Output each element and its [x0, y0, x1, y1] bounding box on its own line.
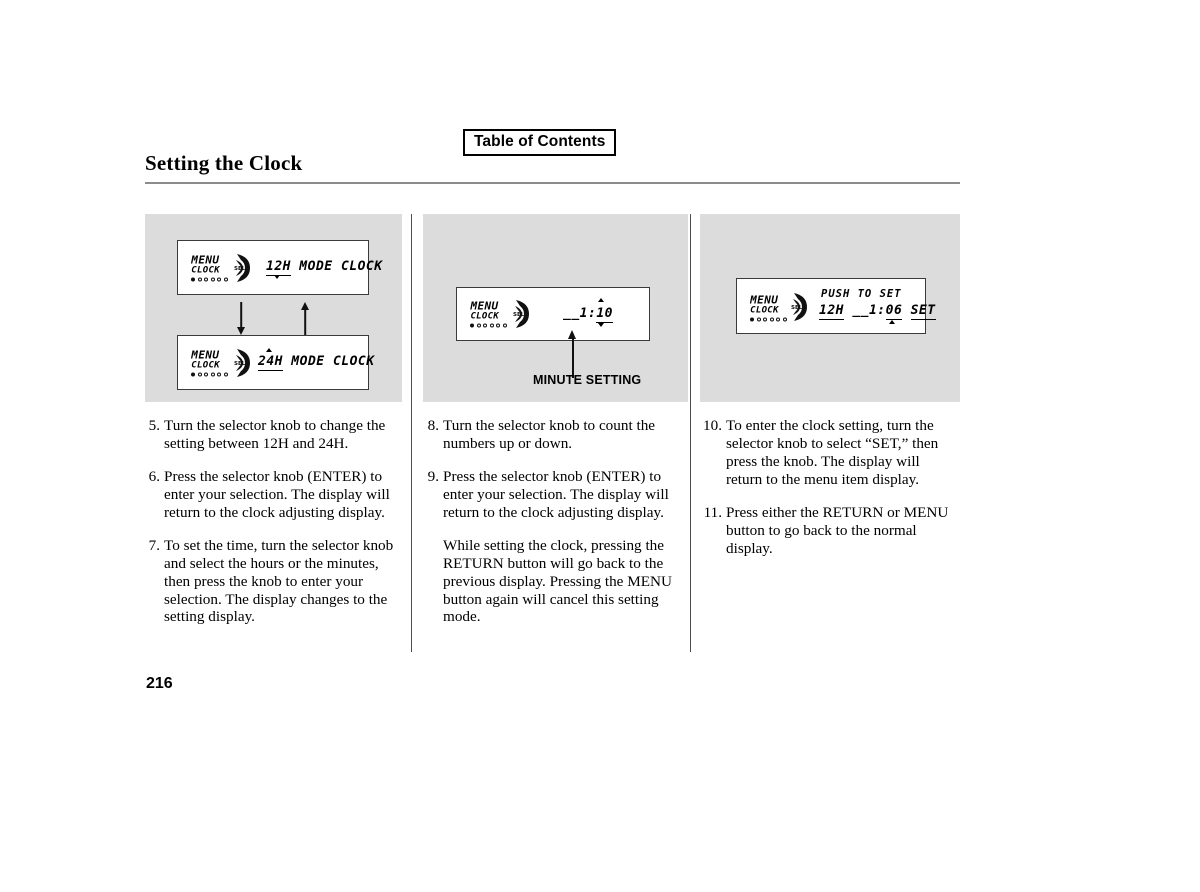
step-paragraph: To enter the clock setting, turn the sel… [726, 417, 939, 488]
lcd-indicator-dots [191, 277, 228, 281]
lcd-clock-label: CLOCK [191, 265, 220, 275]
lcd-minute-value: 06 [885, 303, 903, 320]
step-number: 10. [703, 417, 722, 434]
illustration-panel-push-to-set: MENU CLOCK SEL PUSH TO SET 12H __1:06 SE… [700, 214, 960, 402]
step-number: 7. [148, 536, 160, 554]
lcd-time-value: __1:10 [563, 306, 613, 323]
flow-arrow-up-icon [299, 302, 311, 336]
lcd-main-text-24h: 24H MODE CLOCK [258, 354, 375, 371]
flow-arrow-down-icon [235, 302, 247, 336]
lcd-clock-label: CLOCK [191, 360, 220, 370]
instruction-step: 10. To enter the clock setting, turn the… [699, 417, 954, 489]
illustration-panel-12h-24h-mode: MENU CLOCK SEL 12H MODE CLOCK MENU CLOCK… [145, 214, 402, 402]
lcd-top-text-push-to-set: PUSH TO SET [821, 288, 902, 300]
step-body: Turn the selector knob to count the numb… [443, 417, 676, 453]
lcd-menu-label: MENU [191, 253, 220, 266]
instruction-step: 5. Turn the selector knob to change the … [145, 417, 397, 453]
title-divider-rule [145, 182, 960, 184]
minute-setting-callout-label: MINUTE SETTING [533, 373, 642, 387]
instruction-step: 11. Press either the RETURN or MENU butt… [699, 504, 954, 558]
lcd-clock-label: CLOCK [750, 305, 779, 316]
lcd-hour-segment: __1: [563, 306, 597, 321]
instruction-step: 6. Press the selector knob (ENTER) to en… [145, 468, 397, 522]
svg-text:SEL: SEL [513, 312, 525, 318]
lcd-indicator-dots [750, 317, 787, 322]
page-title: Setting the Clock [145, 151, 303, 175]
svg-text:SEL: SEL [234, 266, 246, 272]
instruction-step: 9. Press the selector knob (ENTER) to en… [424, 468, 676, 627]
lcd-clock-label: CLOCK [470, 311, 500, 322]
step-paragraph: While setting the clock, pressing the RE… [443, 536, 672, 626]
selector-knob-icon: SEL [789, 290, 811, 324]
lcd-display-12h-mode: MENU CLOCK SEL 12H MODE CLOCK [177, 240, 382, 295]
step-body: Press the selector knob (ENTER) to enter… [443, 468, 676, 627]
lcd-up-marker-icon [598, 298, 604, 302]
step-body: To enter the clock setting, turn the sel… [726, 417, 954, 489]
lcd-up-marker-icon [889, 320, 895, 324]
step-body: Press the selector knob (ENTER) to enter… [164, 468, 397, 522]
step-body: Press either the RETURN or MENU button t… [726, 504, 954, 558]
lcd-main-text-12h: 12H MODE CLOCK [266, 259, 383, 276]
lcd-mode-segment: 12H [819, 303, 844, 320]
step-paragraph: Press either the RETURN or MENU button t… [726, 503, 949, 557]
lcd-hour-value: __1: [852, 303, 886, 318]
lcd-status-block: MENU CLOCK [750, 295, 787, 322]
table-of-contents-link[interactable]: Table of Contents [463, 129, 617, 156]
lcd-up-marker-icon [266, 348, 272, 352]
step-body: Turn the selector knob to change the set… [164, 417, 397, 453]
svg-text:SEL: SEL [791, 305, 803, 311]
step-paragraph: Turn the selector knob to change the set… [164, 417, 386, 452]
lcd-main-text-set: 12H __1:06 SET [819, 303, 936, 320]
lcd-display-24h-mode: MENU CLOCK SEL 24H MODE CLOCK [177, 335, 374, 390]
page-number: 216 [146, 675, 173, 692]
step-number: 5. [148, 417, 160, 434]
selector-knob-icon: SEL [232, 251, 254, 285]
step-paragraph: Press the selector knob (ENTER) to enter… [443, 467, 669, 521]
instruction-column-1: 5. Turn the selector knob to change the … [145, 417, 397, 641]
lcd-indicator-dots [191, 372, 228, 376]
step-number: 6. [148, 467, 160, 485]
lcd-menu-label: MENU [191, 348, 220, 361]
lcd-display-minute-setting: MENU CLOCK SEL __1:10 [456, 287, 650, 341]
step-paragraph: Turn the selector knob to count the numb… [443, 417, 656, 452]
lcd-menu-label: MENU [750, 293, 779, 307]
step-paragraph: To set the time, turn the selector knob … [164, 536, 394, 626]
svg-text:SEL: SEL [234, 361, 246, 367]
selector-knob-icon: SEL [511, 297, 533, 331]
lcd-status-block: MENU CLOCK [191, 349, 228, 376]
lcd-down-marker-icon [598, 323, 604, 327]
column-divider-left [411, 214, 412, 652]
lcd-status-block: MENU CLOCK [191, 254, 228, 281]
instruction-column-3: 10. To enter the clock setting, turn the… [699, 417, 954, 573]
step-paragraph: Press the selector knob (ENTER) to enter… [164, 467, 390, 521]
instruction-step: 8. Turn the selector knob to count the n… [424, 417, 676, 453]
selector-knob-icon: SEL [232, 346, 254, 380]
lcd-display-push-to-set: MENU CLOCK SEL PUSH TO SET 12H __1:06 SE… [736, 278, 936, 334]
step-number: 11. [703, 503, 722, 521]
column-divider-right [690, 214, 691, 652]
lcd-menu-label: MENU [470, 299, 499, 313]
instruction-step: 7. To set the time, turn the selector kn… [145, 537, 397, 627]
instruction-column-2: 8. Turn the selector knob to count the n… [424, 417, 676, 641]
step-body: To set the time, turn the selector knob … [164, 537, 397, 627]
step-number: 8. [427, 417, 439, 434]
lcd-status-block: MENU CLOCK [470, 301, 507, 328]
step-number: 9. [427, 467, 439, 485]
lcd-minute-segment: 10 [596, 306, 613, 323]
lcd-down-marker-icon [274, 275, 280, 279]
lcd-set-segment: SET [910, 303, 936, 320]
lcd-indicator-dots [470, 323, 507, 328]
